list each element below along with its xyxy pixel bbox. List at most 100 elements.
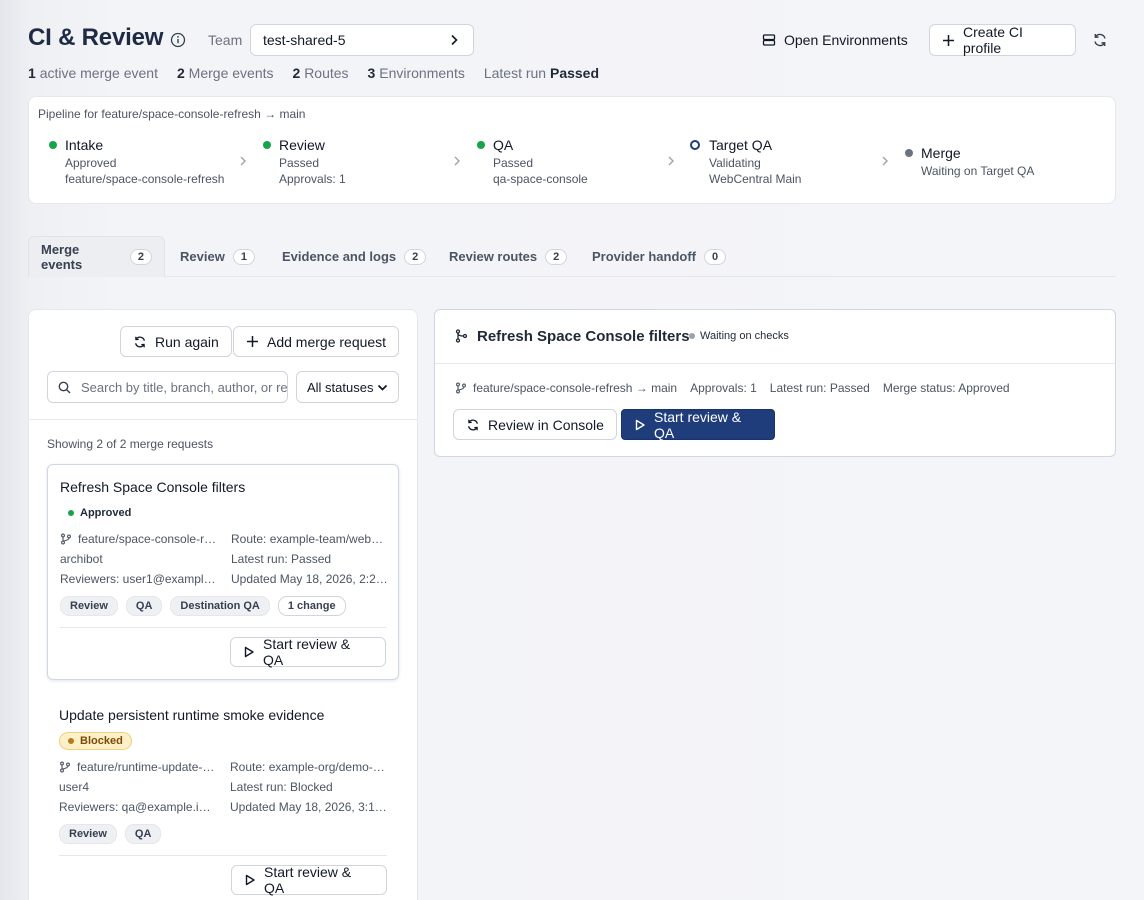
git-merge-icon — [455, 329, 468, 343]
team-select[interactable]: test-shared-5 — [250, 24, 474, 56]
status-badge-label: Waiting on checks — [700, 330, 789, 342]
branch-name: feature/space-console-refresh — [78, 532, 218, 546]
status-dot — [690, 140, 700, 150]
stat-latest-run: Latest run Passed — [483, 65, 600, 81]
change-count-chip: 1 change — [277, 596, 346, 616]
start-review-qa-label: Start review & QA — [264, 864, 352, 896]
tag-chip: Destination QA — [170, 596, 270, 616]
status-dot — [689, 333, 695, 339]
status-dot — [68, 738, 74, 744]
stat-merge-events: 2 Merge events — [176, 65, 274, 81]
latest-run-label: Latest run: Blocked — [230, 780, 333, 794]
search-input[interactable]: Search by title, branch, author, or re — [47, 371, 288, 403]
tab-evidence-and-logs[interactable]: Evidence and logs 2 — [270, 236, 438, 277]
status-dot — [68, 510, 74, 516]
tab-label: Evidence and logs — [282, 249, 397, 264]
merge-request-title: Update persistent runtime smoke evidence — [59, 707, 325, 723]
plus-icon — [246, 335, 259, 348]
review-in-console-label: Review in Console — [488, 416, 604, 433]
tab-count: 2 — [545, 248, 568, 265]
merge-requests-panel: Run again Add merge request Search by ti… — [28, 309, 418, 900]
create-ci-profile-label: Create CI profile — [963, 24, 1023, 56]
tab-count: 1 — [232, 248, 255, 265]
start-review-qa-primary-button[interactable]: Start review & QA — [621, 408, 775, 441]
merge-request-card[interactable]: Refresh Space Console filters Approved f… — [47, 464, 399, 680]
branch-name: feature/space-console-refresh → main — [473, 381, 678, 395]
results-count: Showing 2 of 2 merge requests — [47, 437, 214, 451]
stat-active-merge-event: 1 active merge event — [28, 65, 158, 81]
status-dot — [263, 141, 271, 149]
refresh-icon — [133, 335, 147, 349]
start-review-qa-label: Start review & QA — [654, 408, 742, 441]
stage-detail: feature/space-console-refresh — [65, 172, 225, 186]
merge-request-card[interactable]: Update persistent runtime smoke evidence… — [47, 693, 399, 900]
status-badge-label: Approved — [80, 507, 132, 519]
chevron-right-icon — [447, 33, 461, 47]
git-branch-icon — [59, 761, 71, 773]
run-again-button[interactable]: Run again — [120, 326, 232, 357]
tab-count: 2 — [404, 248, 427, 265]
run-again-label: Run again — [155, 333, 219, 350]
chevron-down-icon — [377, 382, 388, 393]
tab-provider-handoff[interactable]: Provider handoff 0 — [580, 236, 738, 277]
server-icon — [762, 33, 776, 47]
detail-header: Refresh Space Console filters Waiting on… — [435, 310, 1115, 364]
open-environments-button[interactable]: Open Environments — [762, 24, 908, 56]
updated-label: Updated May 18, 2026, 3:10 PM — [230, 800, 387, 814]
pipeline-card: Pipeline for feature/space-console-refre… — [28, 96, 1116, 204]
tag-chip: QA — [125, 596, 163, 616]
tab-count: 2 — [129, 249, 152, 265]
stage-detail: qa-space-console — [493, 172, 588, 186]
stage-name: Review — [279, 137, 325, 153]
start-review-qa-label: Start review & QA — [263, 636, 351, 668]
pipeline-title: Pipeline for feature/space-console-refre… — [38, 107, 306, 121]
tab-merge-events[interactable]: Merge events 2 — [28, 236, 165, 277]
start-review-qa-button[interactable]: Start review & QA — [230, 636, 386, 668]
status-filter-select[interactable]: All statuses — [296, 371, 399, 403]
tag-list: Review QA Destination QA 1 change — [60, 596, 346, 616]
stage-name: Intake — [65, 137, 104, 153]
branch-label: feature/space-console-refresh — [60, 532, 218, 546]
search-icon — [58, 381, 71, 394]
branch-label: feature/space-console-refresh → main — [455, 381, 677, 395]
refresh-icon[interactable] — [1092, 32, 1108, 48]
play-icon — [243, 646, 255, 658]
add-merge-request-button[interactable]: Add merge request — [233, 326, 400, 357]
stage-detail: WebCentral Main — [709, 172, 802, 186]
tab-count: 0 — [704, 248, 727, 265]
git-branch-icon — [60, 533, 72, 545]
tag-chip: Review — [60, 596, 118, 616]
stage-status: Passed — [493, 156, 534, 170]
stat-environments: 3 Environments — [367, 65, 465, 81]
play-icon — [634, 419, 646, 431]
status-dot — [49, 141, 57, 149]
tab-bar: Merge events 2 Review 1 Evidence and log… — [28, 236, 1116, 277]
updated-label: Updated May 18, 2026, 2:25 PM — [231, 572, 388, 586]
status-badge: Approved — [60, 504, 140, 522]
tag-list: Review QA — [59, 824, 162, 844]
approvals-label: Approvals: 1 — [690, 381, 757, 395]
divider — [59, 855, 387, 856]
author-label: user4 — [59, 780, 90, 794]
tab-label: Review — [180, 249, 225, 264]
merge-request-detail: Refresh Space Console filters Waiting on… — [434, 309, 1116, 457]
tag-chip: Review — [59, 824, 117, 844]
play-icon — [244, 874, 256, 886]
review-in-console-button[interactable]: Review in Console — [453, 409, 617, 440]
stage-detail: Approvals: 1 — [279, 172, 346, 186]
tab-label: Review routes — [449, 249, 538, 264]
start-review-qa-button[interactable]: Start review & QA — [231, 864, 387, 896]
info-icon[interactable] — [170, 32, 186, 48]
branch-name: feature/runtime-update-smoke — [77, 760, 217, 774]
add-merge-request-label: Add merge request — [267, 333, 387, 350]
chevron-right-icon — [879, 155, 891, 167]
chevron-right-icon — [451, 155, 463, 167]
stage-status: Passed — [279, 156, 320, 170]
stage-status: Approved — [65, 156, 117, 170]
author-label: archibot — [60, 552, 103, 566]
create-ci-profile-button[interactable]: Create CI profile — [929, 24, 1076, 56]
tab-review[interactable]: Review 1 — [168, 236, 267, 277]
tab-review-routes[interactable]: Review routes 2 — [437, 236, 579, 277]
team-label: Team — [208, 32, 243, 48]
status-dot — [477, 141, 485, 149]
